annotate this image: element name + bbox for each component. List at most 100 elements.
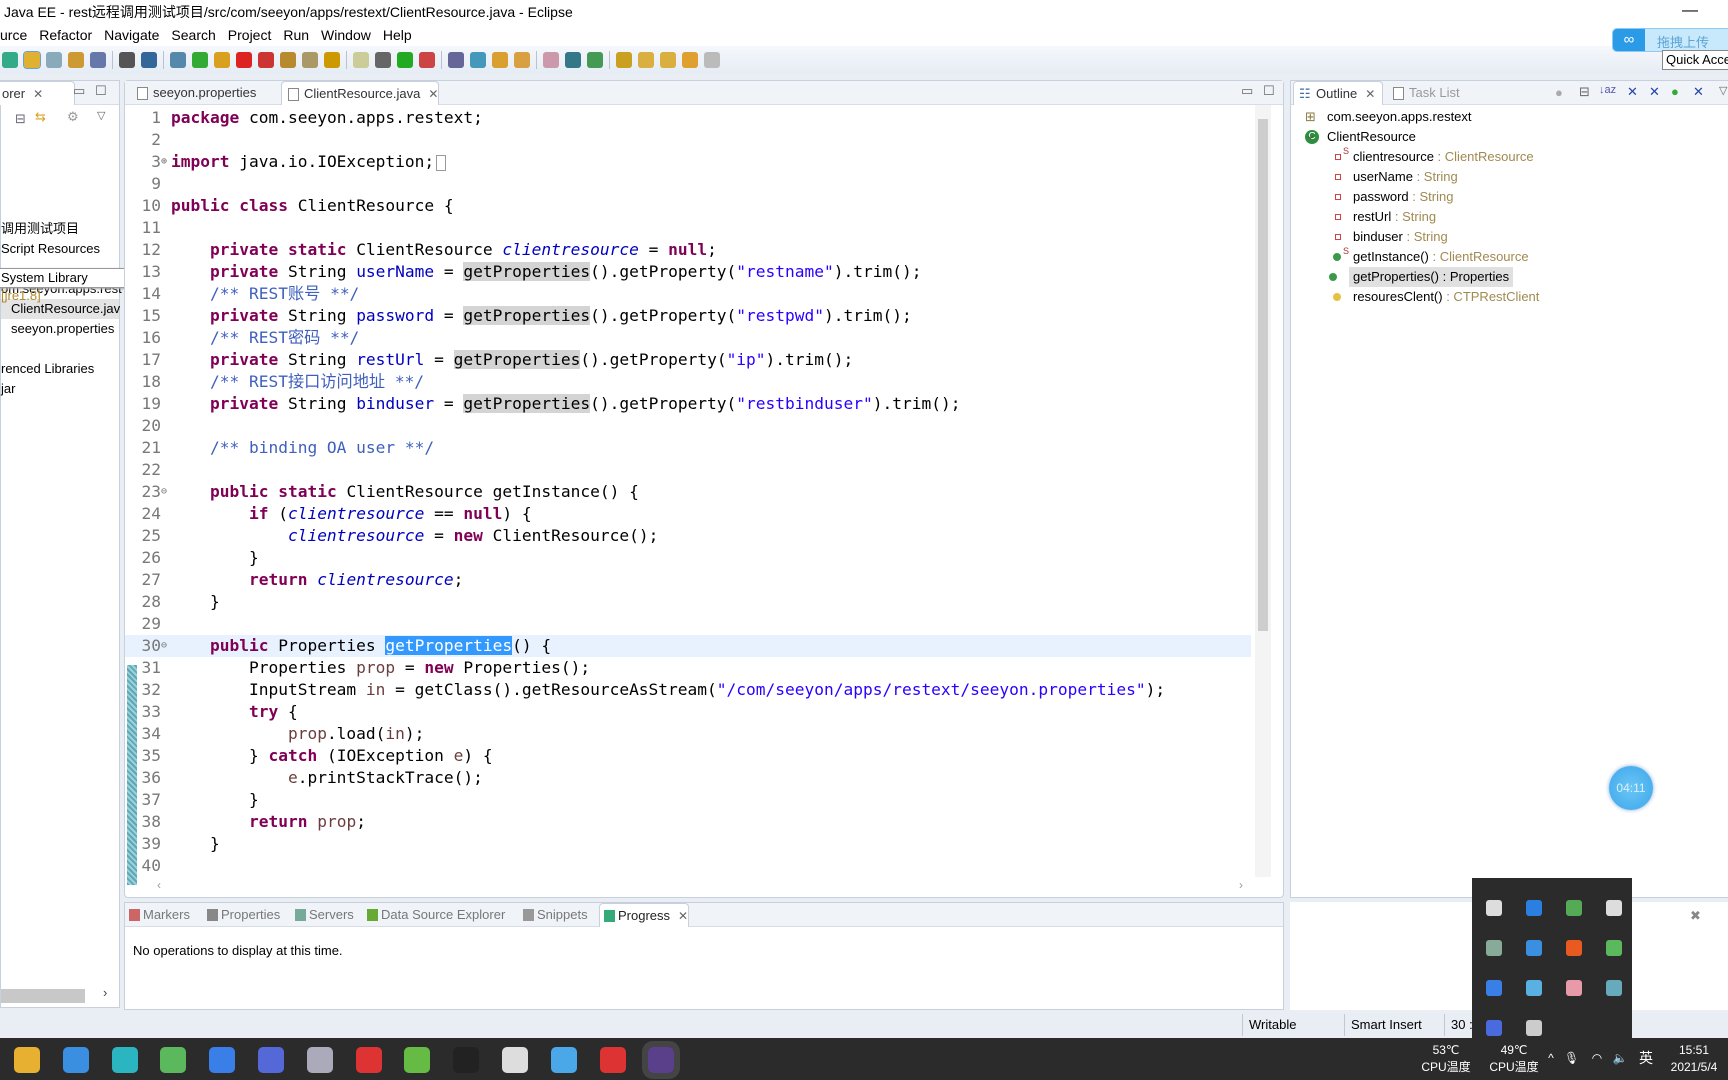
browser-icon[interactable] (1606, 940, 1622, 956)
monitor-icon[interactable] (1606, 980, 1622, 996)
window-icon[interactable] (1526, 1020, 1542, 1036)
list-icon[interactable] (90, 52, 106, 68)
outline-item[interactable]: C ClientResource (1305, 127, 1416, 147)
outline-item[interactable]: SgetInstance() : ClientResource (1333, 246, 1529, 267)
code-line[interactable]: 16 /** REST密码 **/ (125, 327, 1251, 349)
new-class-icon[interactable] (470, 52, 486, 68)
monitor-icon[interactable] (141, 52, 157, 68)
sync-icon[interactable]: ● (1555, 85, 1563, 100)
feishu-icon[interactable] (1486, 980, 1502, 996)
code-line[interactable]: 18 /** REST接口访问地址 **/ (125, 371, 1251, 393)
link-editor-icon[interactable]: ⇆ (35, 109, 46, 125)
code-line[interactable]: 1 package com.seeyon.apps.restext; (125, 107, 1251, 129)
resume-icon[interactable] (192, 52, 208, 68)
step-return-icon[interactable] (324, 52, 340, 68)
hide-local-types-icon[interactable]: ✕ (1693, 84, 1704, 100)
code-line[interactable]: 24 if (clientresource == null) { (125, 503, 1251, 525)
code-line[interactable]: 17 private String restUrl = getPropertie… (125, 349, 1251, 371)
app-icon[interactable] (111, 1047, 138, 1073)
collapse-all-icon[interactable]: ⊟ (1579, 84, 1590, 100)
tree-item[interactable]: 调用测试项目 (1, 219, 79, 239)
mail-icon[interactable] (62, 1047, 89, 1073)
fold-icon[interactable]: ⊖ (161, 635, 167, 657)
horizontal-scrollbar[interactable] (1, 989, 85, 1003)
volume-icon[interactable]: 🔈 (1612, 1050, 1628, 1066)
maximize-icon[interactable]: ☐ (1263, 83, 1275, 99)
code-line[interactable]: 27 return clientresource; (125, 569, 1251, 591)
tab-progress[interactable]: Progress ✕ (599, 903, 689, 927)
code-line[interactable]: 32 InputStream in = getClass().getResour… (125, 679, 1251, 701)
tab-data-source-explorer[interactable]: Data Source Explorer (363, 903, 519, 927)
close-icon[interactable]: ✕ (678, 909, 688, 923)
pen-icon[interactable] (170, 52, 186, 68)
terminate-icon[interactable] (236, 52, 252, 68)
search-icon[interactable] (587, 52, 603, 68)
code-area[interactable]: 1 package com.seeyon.apps.restext; 2 3 ⊕ impo… (125, 107, 1255, 877)
wps-icon[interactable] (355, 1047, 382, 1073)
tab-client-resource[interactable]: ClientResource.java ✕ (281, 81, 439, 105)
open-type-icon[interactable] (514, 52, 530, 68)
tab-servers[interactable]: Servers (291, 903, 363, 927)
camera-icon[interactable] (1526, 940, 1542, 956)
code-line[interactable]: 31 Properties prop = new Properties(); (125, 657, 1251, 679)
prev-annotation-icon[interactable] (638, 52, 654, 68)
code-line[interactable]: 29 (125, 613, 1251, 635)
code-line[interactable]: 39 } (125, 833, 1251, 855)
nvidia-icon[interactable] (1566, 900, 1582, 916)
security-icon[interactable] (1606, 900, 1622, 916)
edit-icon[interactable] (543, 52, 559, 68)
code-line[interactable]: 23 ⊖ public static ClientResource getInst… (125, 481, 1251, 503)
tree-item[interactable]: renced Libraries (1, 359, 94, 379)
scroll-right-icon[interactable]: › (1239, 878, 1243, 892)
code-line[interactable]: 2 (125, 129, 1251, 151)
external-tools-icon[interactable] (419, 52, 435, 68)
menu-item[interactable]: Refactor (39, 24, 100, 46)
minimize-icon[interactable]: ▭ (73, 83, 85, 99)
eclipse-icon[interactable] (642, 1041, 681, 1079)
office-icon[interactable] (1566, 940, 1582, 956)
clock-date[interactable]: 2021/5/4 (1664, 1059, 1724, 1075)
feishu-icon[interactable] (209, 1047, 236, 1073)
view-menu-icon[interactable]: ▽ (1719, 84, 1727, 97)
disconnect-icon[interactable] (258, 52, 274, 68)
link-icon[interactable] (46, 52, 62, 68)
code-line[interactable]: 25 clientresource = new ClientResource()… (125, 525, 1251, 547)
terminal-icon[interactable] (453, 1047, 480, 1073)
code-line[interactable]: 26 } (125, 547, 1251, 569)
gbox-icon[interactable] (1486, 1020, 1502, 1036)
step-over-icon[interactable] (302, 52, 318, 68)
pin-icon[interactable] (2, 52, 18, 68)
close-icon[interactable]: ✕ (428, 87, 438, 101)
baidu-netdisk-icon[interactable] (550, 1047, 577, 1073)
user-icon[interactable] (1486, 940, 1502, 956)
scroll-thumb[interactable] (1258, 119, 1268, 631)
tree-item[interactable]: seeyon.properties (1, 319, 114, 339)
outline-item[interactable]: resouresClent() : CTPRestClient (1333, 287, 1539, 307)
outline-item[interactable]: restUrl : String (1335, 207, 1436, 227)
code-line[interactable]: 15 private String password = getProperti… (125, 305, 1251, 327)
vertical-scrollbar[interactable] (1255, 105, 1271, 877)
tab-snippets[interactable]: Snippets (519, 903, 599, 927)
usb-icon[interactable] (1486, 900, 1502, 916)
brush-icon[interactable] (23, 51, 41, 69)
menu-item[interactable]: Search (171, 24, 223, 46)
wifi-icon[interactable]: ◠ (1590, 1050, 1604, 1066)
next-annotation-icon[interactable] (616, 52, 632, 68)
baidu-netdisk-icon[interactable] (1526, 980, 1542, 996)
tab-markers[interactable]: Markers (125, 903, 203, 927)
notepad-icon[interactable] (404, 1047, 431, 1073)
minimize-icon[interactable]: ▭ (1241, 83, 1253, 99)
quick-access-input[interactable]: Quick Acce (1662, 50, 1728, 70)
menu-item[interactable]: Help (383, 24, 420, 46)
chevron-down-icon[interactable]: ⌄ (1305, 127, 1316, 143)
drop-frame-icon[interactable] (353, 52, 369, 68)
close-icon[interactable]: ✕ (33, 87, 43, 101)
outline-item[interactable]: ⊞ com.seeyon.apps.restext (1305, 107, 1472, 127)
horizontal-scrollbar[interactable]: ‹ › (153, 878, 1253, 894)
maximize-icon[interactable]: ☐ (95, 83, 107, 99)
last-edit-icon[interactable] (660, 52, 676, 68)
menu-item[interactable]: Window (321, 24, 379, 46)
hide-nonpublic-icon[interactable]: ● (1671, 84, 1679, 99)
code-line[interactable]: 9 (125, 173, 1251, 195)
minimize-button[interactable]: — (1682, 2, 1698, 20)
